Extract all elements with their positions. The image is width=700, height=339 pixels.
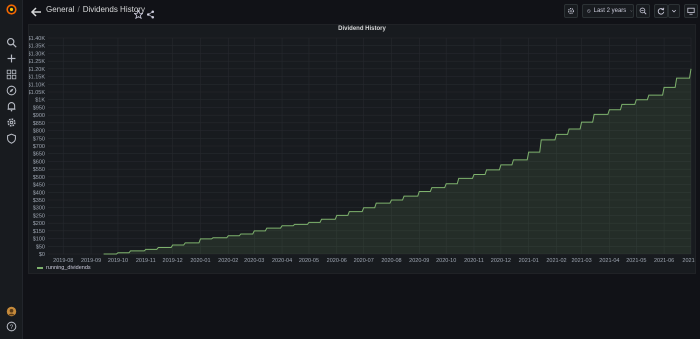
chevron-down-icon <box>630 10 633 12</box>
y-tick-label: $1.20K <box>29 67 45 73</box>
graph-panel: Dividend History $0 $50 $100 $150 $200 $250 $3… <box>28 24 696 274</box>
x-tick-label: 2021-06 <box>654 258 674 264</box>
plus-icon[interactable] <box>4 51 18 65</box>
back-arrow-icon[interactable] <box>30 5 42 17</box>
y-tick-label: $150 <box>33 229 45 235</box>
svg-text:?: ? <box>9 323 13 330</box>
x-tick-label: 2021-0 <box>682 258 695 264</box>
y-tick-label: $100 <box>33 237 45 243</box>
y-tick-label: $750 <box>33 136 45 142</box>
monitor-icon <box>687 7 695 15</box>
y-tick-label: $350 <box>33 198 45 204</box>
y-tick-label: $1.30K <box>29 51 45 57</box>
y-tick-label: $1.05K <box>29 90 45 96</box>
y-tick-label: $900 <box>33 113 45 119</box>
chevron-down-icon <box>671 9 677 13</box>
y-tick-label: $50 <box>36 244 45 250</box>
y-tick-label: $1.25K <box>29 59 45 65</box>
x-tick-label: 2020-09 <box>409 258 429 264</box>
dashboards-icon[interactable] <box>4 67 18 81</box>
y-tick-label: $500 <box>33 175 45 181</box>
refresh-icon <box>657 7 665 15</box>
legend-label: running_dividends <box>46 265 91 271</box>
y-tick-label: $200 <box>33 221 45 227</box>
explore-icon[interactable] <box>4 83 18 97</box>
y-tick-label: $1K <box>35 98 45 104</box>
x-axis-ticks: 2019-08 2019-09 2019-10 2019-11 2019-12 2020-… <box>53 258 695 264</box>
alert-bell-icon[interactable] <box>4 99 18 113</box>
zoom-out-icon <box>639 7 647 15</box>
search-icon[interactable] <box>4 35 18 49</box>
x-tick-label: 2020-04 <box>272 258 292 264</box>
x-tick-label: 2019-08 <box>53 258 73 264</box>
tv-mode-button[interactable] <box>684 4 698 18</box>
x-tick-label: 2020-02 <box>218 258 238 264</box>
x-tick-label: 2020-05 <box>299 258 319 264</box>
avatar[interactable] <box>4 304 18 318</box>
refresh-button[interactable] <box>654 4 668 18</box>
legend-swatch <box>37 267 43 269</box>
breadcrumb: General / Dividends History <box>46 5 145 14</box>
shield-icon[interactable] <box>4 131 18 145</box>
y-tick-label: $650 <box>33 152 45 158</box>
x-tick-label: 2019-10 <box>108 258 128 264</box>
y-tick-label: $800 <box>33 129 45 135</box>
breadcrumb-separator: / <box>77 5 80 14</box>
x-tick-label: 2021-05 <box>626 258 646 264</box>
y-tick-label: $950 <box>33 105 45 111</box>
x-tick-label: 2020-03 <box>244 258 264 264</box>
star-icon[interactable] <box>133 6 144 20</box>
x-tick-label: 2019-09 <box>81 258 101 264</box>
x-tick-label: 2021-04 <box>599 258 619 264</box>
breadcrumb-folder[interactable]: General <box>46 5 74 14</box>
x-tick-label: 2020-12 <box>491 258 511 264</box>
y-tick-label: $1.40K <box>29 36 45 42</box>
x-tick-label: 2019-12 <box>163 258 183 264</box>
x-tick-label: 2020-10 <box>436 258 456 264</box>
x-tick-label: 2020-01 <box>190 258 210 264</box>
legend-item-running-dividends[interactable]: running_dividends <box>37 265 91 271</box>
grafana-logo-icon[interactable] <box>4 2 18 16</box>
dashboard-settings-button[interactable] <box>564 4 578 18</box>
y-tick-label: $450 <box>33 183 45 189</box>
y-tick-label: $250 <box>33 213 45 219</box>
x-tick-label: 2020-08 <box>381 258 401 264</box>
y-tick-label: $300 <box>33 206 45 212</box>
y-tick-label: $1.35K <box>29 44 45 50</box>
help-icon[interactable]: ? <box>4 319 18 333</box>
clock-icon <box>587 9 591 13</box>
zoom-out-button[interactable] <box>636 4 650 18</box>
y-axis-ticks: $0 $50$100 $150 $200 $250$300 $350 $400$450 $50… <box>29 36 45 258</box>
x-tick-label: 2021-03 <box>571 258 591 264</box>
x-tick-label: 2021-01 <box>519 258 539 264</box>
x-tick-label: 2020-06 <box>327 258 347 264</box>
x-tick-label: 2020-11 <box>464 258 484 264</box>
y-tick-label: $700 <box>33 144 45 150</box>
share-icon[interactable] <box>146 6 155 19</box>
time-range-label: Last 2 years <box>593 8 627 14</box>
y-tick-label: $1.15K <box>29 75 45 81</box>
y-tick-label: $400 <box>33 190 45 196</box>
gear-icon[interactable] <box>4 115 18 129</box>
y-tick-label: $550 <box>33 167 45 173</box>
gear-icon <box>568 8 574 14</box>
y-tick-label: $0 <box>39 252 45 258</box>
y-tick-label: $600 <box>33 159 45 165</box>
refresh-interval-dropdown[interactable] <box>668 4 680 18</box>
time-range-picker[interactable]: Last 2 years <box>582 4 634 18</box>
x-tick-label: 2021-02 <box>546 258 566 264</box>
y-tick-label: $1.10K <box>29 82 45 88</box>
x-tick-label: 2019-11 <box>136 258 156 264</box>
top-navbar: General / Dividends History Last 2 years <box>22 0 700 22</box>
dividend-history-chart: $0 $50$100 $150 $200 $250$300 $350 $400$450 $50… <box>29 36 695 264</box>
x-tick-label: 2020-07 <box>354 258 374 264</box>
sidebar: ? <box>0 0 23 339</box>
y-tick-label: $850 <box>33 121 45 127</box>
